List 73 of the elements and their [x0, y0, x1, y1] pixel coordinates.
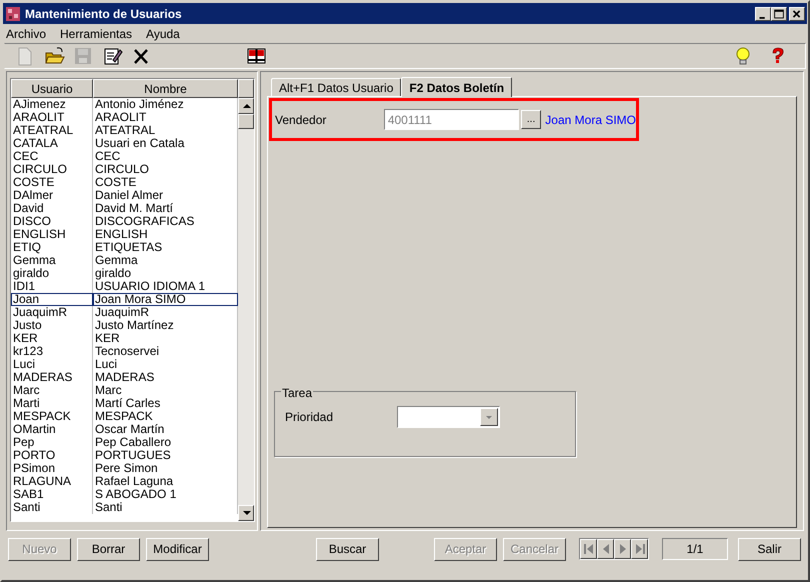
table-cell[interactable]: ATEATRAL	[11, 124, 93, 137]
menu-item[interactable]: Herramientas	[60, 24, 132, 42]
table-cell[interactable]: PORTO	[11, 449, 93, 462]
table-cell[interactable]: giraldo	[11, 267, 93, 280]
scroll-up-button[interactable]	[238, 98, 254, 114]
table-cell[interactable]: ARAOLIT	[11, 111, 93, 124]
table-cell[interactable]: Joan	[11, 293, 93, 306]
first-record-icon[interactable]	[580, 539, 597, 559]
table-cell[interactable]: Marti	[11, 397, 93, 410]
action-button[interactable]: Buscar	[316, 538, 379, 560]
table-cell[interactable]: David	[11, 202, 93, 215]
table-cell[interactable]: RLAGUNA	[11, 475, 93, 488]
column-header[interactable]: Usuario	[11, 79, 93, 98]
table-cell[interactable]: Justo	[11, 319, 93, 332]
table-cell[interactable]: SAB1	[11, 488, 93, 501]
browse-button[interactable]: ...	[520, 110, 542, 129]
table-cell[interactable]: Marc	[11, 384, 93, 397]
menu-item[interactable]: Archivo	[6, 24, 46, 42]
field-label: Prioridad	[285, 409, 334, 426]
close-button[interactable]	[789, 6, 805, 20]
last-record-icon[interactable]	[631, 539, 648, 559]
app-icon	[5, 6, 21, 22]
table-cell[interactable]: MESPACK	[11, 410, 93, 423]
table-cell[interactable]: Gemma	[11, 254, 93, 267]
tab[interactable]: F2 Datos Boletín	[401, 77, 512, 97]
table-cell[interactable]: CATALA	[11, 137, 93, 150]
table-cell[interactable]: COSTE	[11, 176, 93, 189]
maximize-button[interactable]	[771, 6, 787, 20]
table-cell[interactable]: IDI1	[11, 280, 93, 293]
scrollbar[interactable]	[238, 79, 254, 521]
previous-record-icon[interactable]	[597, 539, 614, 559]
column-header[interactable]: Nombre	[93, 79, 238, 98]
down-arrow-icon	[243, 511, 251, 515]
tab[interactable]: Alt+F1 Datos Usuario	[271, 78, 402, 96]
action-button[interactable]: Salir	[738, 538, 801, 560]
open-book-icon[interactable]	[246, 46, 267, 66]
table-cell[interactable]: ETIQ	[11, 241, 93, 254]
scroll-thumb[interactable]	[238, 114, 254, 129]
table-cell[interactable]: KER	[11, 332, 93, 345]
priority-dropdown[interactable]	[397, 406, 500, 428]
table-cell[interactable]: kr123	[11, 345, 93, 358]
scroll-down-button[interactable]	[238, 505, 254, 521]
action-button[interactable]: Modificar	[146, 538, 209, 560]
table-cell[interactable]: AJimenez	[11, 98, 93, 111]
table-cell[interactable]: Santi	[11, 501, 93, 514]
record-counter: 1/1	[662, 538, 728, 560]
table-cell[interactable]: CIRCULO	[11, 163, 93, 176]
vendor-code-field[interactable]: 4001111	[384, 109, 519, 130]
vendor-name: Joan Mora SIMO	[545, 112, 636, 128]
close-icon	[792, 10, 800, 18]
table-cell[interactable]: DISCO	[11, 215, 93, 228]
table-cell[interactable]: OMartin	[11, 423, 93, 436]
minimize-icon	[760, 16, 765, 18]
up-arrow-icon	[243, 104, 251, 108]
maximize-icon	[774, 9, 784, 18]
table-cell[interactable]: Joan Mora SIMO	[93, 293, 238, 306]
table-cell[interactable]: PSimon	[11, 462, 93, 475]
minimize-button[interactable]	[755, 6, 771, 20]
menu-item[interactable]: Ayuda	[146, 24, 180, 42]
window-title: Mantenimiento de Usuarios	[25, 6, 183, 22]
folder-icon[interactable]	[44, 46, 65, 66]
next-record-icon[interactable]	[614, 539, 631, 559]
edit-document-icon[interactable]	[102, 46, 123, 66]
table-cell[interactable]: JuaquimR	[11, 306, 93, 319]
table-cell[interactable]: Luci	[11, 358, 93, 371]
record-navigator[interactable]	[579, 538, 649, 560]
field-label: Vendedor	[275, 112, 328, 128]
table-cell[interactable]: ENGLISH	[11, 228, 93, 241]
table-cell[interactable]: MADERAS	[11, 371, 93, 384]
table-cell[interactable]: DAlmer	[11, 189, 93, 202]
table-cell[interactable]: CEC	[11, 150, 93, 163]
action-button[interactable]: Borrar	[77, 538, 140, 560]
table-cell[interactable]: Pep	[11, 436, 93, 449]
